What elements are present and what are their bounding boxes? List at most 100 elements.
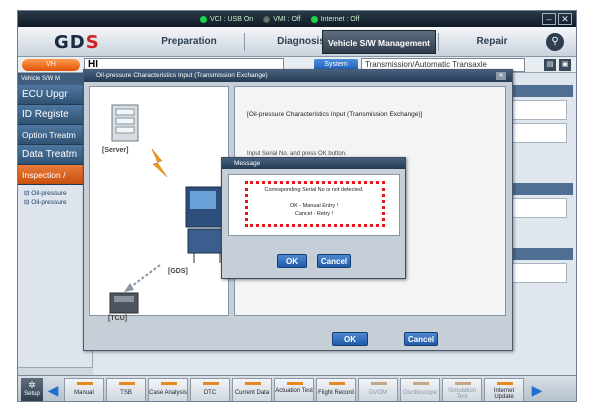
dialog-title: Oil-pressure Characteristics Input (Tran…	[96, 72, 268, 79]
logo-text: GD	[54, 32, 86, 53]
message-body: Corresponding Serial No is not detected.…	[228, 174, 400, 236]
ok-button[interactable]: OK	[332, 332, 368, 346]
tool-indicator	[77, 382, 93, 385]
tool-indicator	[413, 382, 429, 385]
dialog-heading: [Oil-pressure Characteristics Input (Tra…	[247, 111, 423, 118]
tcu-label: [TCU]	[108, 315, 128, 322]
tab-repair[interactable]: Repair	[442, 30, 542, 54]
panel-field	[511, 100, 567, 120]
gds-logo: GDS	[54, 32, 100, 53]
tool-current-data[interactable]: Current Data	[232, 378, 272, 401]
setup-label: Setup	[24, 391, 40, 397]
sidebar-subitem-label: Oil-pressure	[31, 199, 67, 206]
vmi-status-text: VMI : Off	[273, 15, 301, 23]
tool-tsb[interactable]: TSB	[106, 378, 146, 401]
internet-status-text: Internet : Off	[320, 15, 360, 23]
setup-button[interactable]: ✲ Setup	[21, 378, 43, 401]
tool-indicator	[371, 382, 387, 385]
tool-label: Current Data	[234, 390, 270, 396]
message-title: Message	[234, 160, 261, 167]
dialog-title-bar: Oil-pressure Characteristics Input (Tran…	[84, 70, 512, 82]
tool-indicator	[161, 382, 177, 385]
connection-diagram: [Server] [GDS] [TCU]	[89, 86, 229, 322]
sidebar-subitem[interactable]: ⊟ Oil-pressure	[18, 198, 92, 207]
sidebar-subitem-label: Oil-pressure	[31, 190, 67, 197]
print-icon[interactable]: ▤	[544, 59, 556, 71]
panel-field	[511, 198, 567, 218]
tool-indicator	[497, 382, 513, 385]
sidebar-subitem[interactable]: ⊟ Oil-pressure	[18, 189, 92, 198]
sidebar-item-option-treatment[interactable]: Option Treatm	[18, 125, 92, 145]
scroll-left-icon[interactable]: ◀	[46, 380, 60, 400]
tool-label: Manual	[74, 390, 94, 396]
sidebar-item-ecu-upgrade[interactable]: ECU Upgr	[18, 85, 92, 105]
vci-led-icon	[200, 15, 207, 23]
tab-vehicle-sw-management[interactable]: Vehicle S/W Management	[322, 30, 436, 54]
tool-indicator	[455, 382, 471, 385]
message-dialog: Message Corresponding Serial No is not d…	[221, 157, 406, 279]
gds-device-icon	[185, 186, 227, 263]
tool-manual[interactable]: Manual	[64, 378, 104, 401]
close-icon[interactable]: ✕	[496, 72, 506, 80]
vci-status: VCI : USB On	[200, 13, 253, 25]
internet-status: Internet : Off	[310, 13, 360, 25]
gds-label: [GDS]	[168, 268, 188, 275]
tool-flight-record[interactable]: Flight Record	[316, 378, 356, 401]
tool-label: Flight Record	[318, 390, 354, 396]
sidebar: Vehicle S/W M ECU Upgr ID Registe Option…	[18, 73, 93, 375]
panel-header	[505, 248, 573, 260]
vehicle-select-button[interactable]: VH	[22, 59, 80, 71]
tool-case-analysis[interactable]: Case Analysis	[148, 378, 188, 401]
tab-divider	[438, 33, 439, 51]
tool-label: DVOM	[369, 390, 387, 396]
window-controls: – ✕	[542, 13, 572, 25]
message-cancel-button[interactable]: Cancel	[317, 254, 351, 268]
tool-label: Simulation Test	[447, 388, 476, 400]
tool-indicator	[119, 382, 135, 385]
tool-actuation-test[interactable]: Actuation Test	[274, 378, 314, 401]
capture-icon[interactable]: ▣	[559, 59, 571, 71]
tool-dvom[interactable]: DVOM	[358, 378, 398, 401]
highlight-outline	[245, 181, 385, 227]
scroll-right-icon[interactable]: ▶	[530, 380, 544, 400]
close-icon[interactable]: ✕	[558, 13, 572, 25]
logo-accent: S	[85, 32, 100, 53]
tab-preparation[interactable]: Preparation	[134, 30, 244, 54]
sidebar-scrollbar[interactable]	[18, 367, 93, 375]
tool-label: Case Analysis	[149, 390, 187, 396]
connection-status: VCI : USB On VMI : Off Internet : Off	[200, 13, 359, 25]
sidebar-header: Vehicle S/W M	[18, 73, 92, 85]
background-panel	[505, 85, 573, 365]
panel-header	[505, 85, 573, 97]
tool-simulation-test[interactable]: Simulation Test	[442, 378, 482, 401]
tool-internet-update[interactable]: Internet Update	[484, 378, 524, 401]
sidebar-item-id-register[interactable]: ID Registe	[18, 105, 92, 125]
message-ok-button[interactable]: OK	[277, 254, 307, 268]
search-icon[interactable]: ⚲	[546, 33, 564, 51]
tool-label: TSB	[120, 390, 132, 396]
tool-oscilloscope[interactable]: Oscilloscope	[400, 378, 440, 401]
tool-indicator	[245, 382, 261, 385]
tool-label: DTC	[203, 390, 217, 396]
status-strip: VCI : USB On VMI : Off Internet : Off – …	[18, 11, 576, 27]
server-label: [Server]	[102, 147, 129, 154]
tool-dtc[interactable]: DTC	[190, 378, 230, 401]
main-header: GDS Preparation Diagnosis Vehicle S/W Ma…	[18, 27, 576, 57]
tool-indicator	[329, 382, 345, 385]
tool-indicator	[203, 382, 219, 385]
minimize-icon[interactable]: –	[542, 13, 556, 25]
panel-header	[505, 183, 573, 195]
sidebar-item-inspection[interactable]: Inspection /	[18, 165, 92, 185]
panel-field	[511, 263, 567, 283]
message-title-bar: Message	[222, 158, 405, 169]
vmi-status: VMI : Off	[263, 13, 301, 25]
cancel-button[interactable]: Cancel	[404, 332, 438, 346]
vci-status-text: VCI : USB On	[210, 15, 254, 23]
tool-label: Internet Update	[493, 388, 515, 400]
lightning-icon	[151, 148, 168, 178]
sidebar-item-data-treatment[interactable]: Data Treatm	[18, 145, 92, 165]
server-icon	[111, 104, 139, 142]
app-window: VCI : USB On VMI : Off Internet : Off – …	[17, 10, 577, 402]
diagram-graphics	[109, 104, 227, 314]
panel-field	[511, 123, 567, 143]
